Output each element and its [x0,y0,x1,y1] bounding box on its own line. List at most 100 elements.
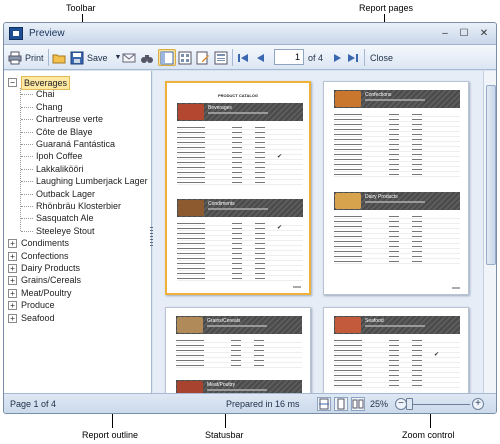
product-row [177,276,303,281]
tree-node-collapsed[interactable]: + Condiments [4,237,152,249]
edit-page-button[interactable] [196,49,210,66]
report-page-2[interactable]: Confections Dairy Products [323,81,469,295]
find-button[interactable] [140,49,154,66]
category-description [365,325,425,327]
expand-toggle[interactable]: + [8,288,17,298]
product-rows: ✔ [334,338,460,388]
maximize-button[interactable]: ☐ [456,26,472,41]
expand-toggle[interactable]: + [8,264,17,273]
category-description [365,99,425,101]
category-image [178,200,204,216]
category-image [335,91,361,107]
callout-toolbar: Toolbar [66,3,96,13]
tree-node-collapsed[interactable]: + Dairy Products [4,262,152,274]
close-window-button[interactable]: ✕ [476,26,492,41]
previous-page-button[interactable] [254,49,268,66]
floppy-disk-icon [70,51,84,64]
category-image [335,193,361,209]
tree-node-collapsed[interactable]: + Grains/Cereals [4,274,152,286]
tree-leaf-label: Outback Lager [36,188,96,199]
next-page-icon [334,53,341,62]
chevron-down-icon[interactable]: ▼ [115,54,122,61]
minimize-button[interactable]: – [437,26,453,41]
tree-node-collapsed[interactable]: + Confections [4,250,152,262]
outline-icon [160,51,174,64]
email-button[interactable] [122,49,136,66]
expand-toggle[interactable]: + [8,313,17,323]
product-row [177,180,303,185]
report-outline: − Beverages Chai Chang Chartreuse verte Côte … [4,71,152,393]
next-page-button[interactable] [330,49,344,66]
report-viewer[interactable]: PRODUCT CATALOG Beverages ✔ Condiments ✔… [153,71,483,393]
first-page-button[interactable] [236,49,250,66]
expand-toggle[interactable]: + [8,276,17,286]
category-header: Grains/Cereals [176,316,302,334]
report-page-3[interactable]: Grains/Cereals Meat/Poultry [165,307,311,393]
tree-node-collapsed[interactable]: + Meat/Poultry [4,287,152,299]
tree-connector [21,156,33,158]
tree-leaf-label: Rhönbräu Klosterbier [36,201,122,211]
tree-connector [21,94,33,96]
tree-leaf-label: Guaraná Fantástica [36,139,116,149]
whole-page-icon [337,398,345,410]
page-number [293,286,301,288]
category-name: Meat/Poultry [207,382,236,388]
zoom-multiple-pages-button[interactable] [351,397,365,411]
tree-node-collapsed[interactable]: + Seafood [4,312,152,324]
page-setup-button[interactable] [214,49,228,66]
expand-toggle[interactable]: + [8,239,17,249]
print-button[interactable]: Print [8,49,44,66]
toolbar-separator [48,49,49,66]
tree-node-collapsed[interactable]: + Produce [4,299,152,311]
tree-connector [21,206,33,207]
tree-node-label: Seafood [21,312,55,323]
toolbar: Print Save ▼ 1 of 4 Close [4,45,496,70]
page-number-input[interactable] [274,49,304,65]
toolbar-separator [232,49,233,66]
thumbnails-button[interactable] [178,49,192,66]
report-page-4[interactable]: Seafood ✔ [323,307,469,393]
category-image [177,317,203,333]
category-description [208,208,268,210]
tree-node-label: Meat/Poultry [21,287,72,298]
multiple-pages-icon [352,399,364,409]
save-button[interactable]: Save ▼ [70,49,121,66]
previous-page-icon [257,53,264,62]
category-header: Condiments [177,199,303,217]
close-preview-button[interactable]: Close [370,49,393,66]
zoom-slider-track[interactable] [410,404,470,405]
category-name: Seafood [365,318,384,324]
zoom-whole-page-button[interactable] [334,397,348,411]
category-name: Condiments [208,201,235,207]
window-title: Preview [29,28,65,39]
vertical-scrollbar[interactable] [483,71,496,393]
expand-toggle[interactable]: + [8,301,17,311]
tree-node-beverages[interactable]: − Beverages [4,76,152,90]
tree-leaf-label: Chai [36,89,55,100]
callout-report-pages: Report pages [359,3,414,13]
zoom-page-width-button[interactable] [317,397,331,411]
tree-node-label: Produce [21,300,55,311]
zoom-in-button[interactable]: + [472,398,484,410]
tree-leaf-label: Lakkalikööri [36,163,84,174]
last-page-icon [348,53,358,62]
tree-leaf-label: Sasquatch Ale [36,213,94,224]
tree-node-label: Confections [21,250,69,261]
product-row [334,172,460,177]
category-description [365,201,425,203]
outline-toggle-button[interactable] [158,49,176,66]
tree-connector [21,131,33,133]
expand-toggle[interactable]: + [8,251,17,261]
tree-leaf-label: Laughing Lumberjack Lager [36,176,148,187]
page-title: PRODUCT CATALOG [217,93,259,98]
scrollbar-thumb[interactable] [486,85,496,265]
collapse-toggle[interactable]: − [8,78,17,87]
report-page-1[interactable]: PRODUCT CATALOG Beverages ✔ Condiments ✔ [165,81,311,295]
category-description [207,389,267,391]
title-bar[interactable]: Preview – ☐ ✕ [4,23,496,45]
close-label: Close [370,52,394,63]
open-button[interactable] [52,49,66,66]
tree-leaf-label: Côte de Blaye [36,126,93,137]
last-page-button[interactable] [346,49,360,66]
zoom-slider-thumb[interactable] [406,398,413,410]
